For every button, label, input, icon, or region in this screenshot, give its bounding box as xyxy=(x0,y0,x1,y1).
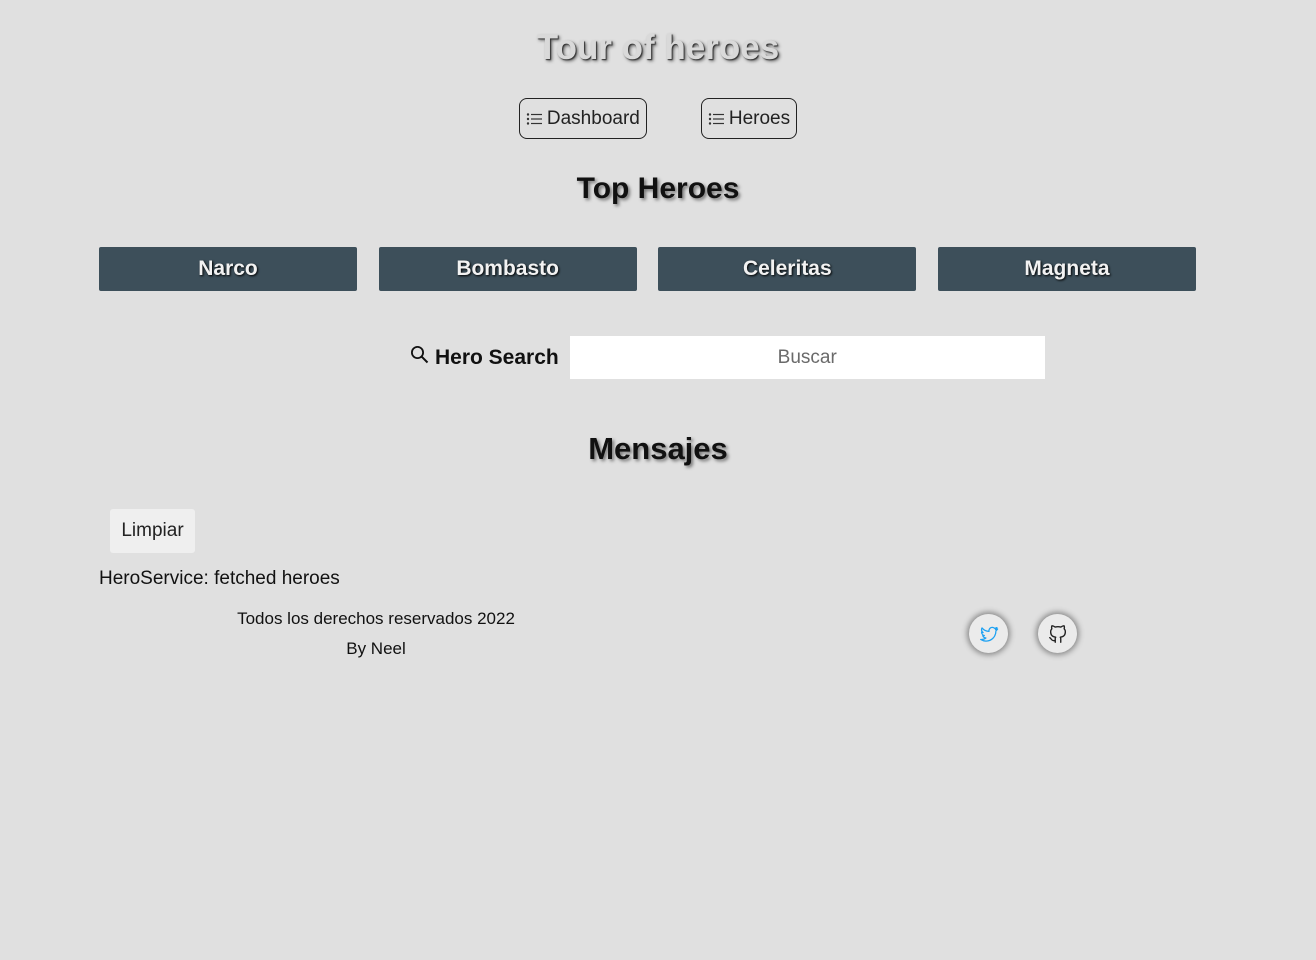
nav-heroes-label: Heroes xyxy=(728,107,791,129)
nav-dashboard-button[interactable]: Dashboard xyxy=(518,98,647,139)
nav-heroes-button[interactable]: Heroes xyxy=(700,98,798,139)
clear-messages-button[interactable]: Limpiar xyxy=(110,509,195,553)
list-icon xyxy=(526,112,543,126)
hero-search-label: Hero Search xyxy=(410,345,559,370)
app-title: Tour of heroes xyxy=(536,28,780,67)
footer-copyright: Todos los derechos reservados 2022 xyxy=(237,609,515,628)
hero-search: Hero Search xyxy=(410,336,1045,379)
nav-dashboard-label: Dashboard xyxy=(546,107,640,129)
hero-card[interactable]: Narco xyxy=(99,247,357,291)
github-link[interactable] xyxy=(1038,614,1077,653)
twitter-link[interactable] xyxy=(969,614,1008,653)
list-icon xyxy=(708,112,725,126)
hero-card[interactable]: Celeritas xyxy=(658,247,917,291)
messages-title: Mensajes xyxy=(588,431,728,466)
top-heroes-title: Top Heroes xyxy=(576,172,740,205)
main-nav: Dashboard Heroes xyxy=(0,98,1316,139)
hero-search-label-text: Hero Search xyxy=(435,345,559,369)
twitter-icon xyxy=(978,624,1000,644)
hero-card[interactable]: Magneta xyxy=(937,247,1196,291)
footer-author: By Neel xyxy=(346,639,406,658)
hero-card[interactable]: Bombasto xyxy=(378,247,637,291)
github-icon xyxy=(1047,623,1069,645)
search-input[interactable] xyxy=(569,336,1045,379)
top-heroes-grid: Narco Bombasto Celeritas Magneta xyxy=(99,247,1196,291)
search-icon xyxy=(410,345,429,370)
message-item: HeroService: fetched heroes xyxy=(99,568,340,589)
